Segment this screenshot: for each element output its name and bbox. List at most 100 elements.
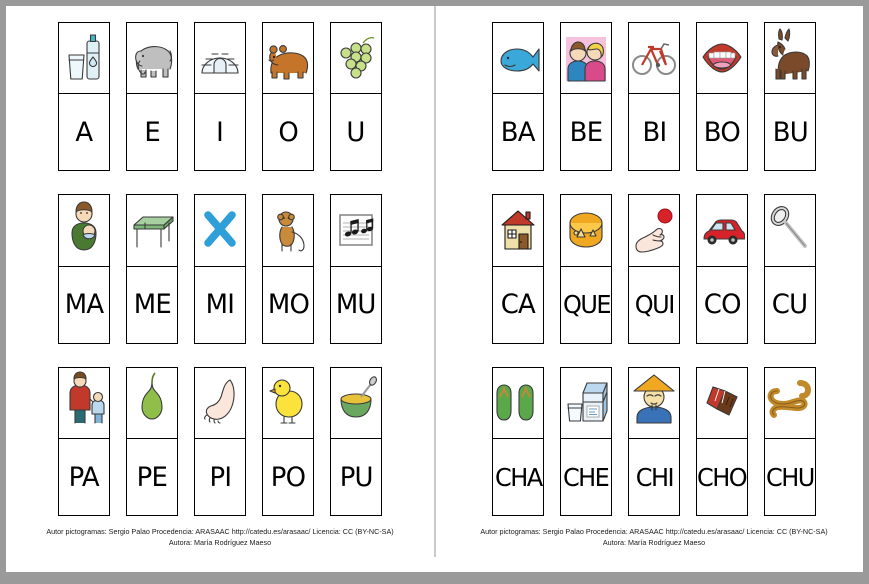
syllable-label: A: [75, 116, 93, 148]
syllable-card-cu[interactable]: CU: [764, 194, 816, 344]
pictogram-box: [492, 194, 544, 268]
letter-box: CHE: [560, 438, 612, 517]
pictogram-box: [194, 366, 246, 440]
syllable-card-pi[interactable]: PI: [194, 366, 246, 517]
letter-box: CU: [764, 265, 816, 344]
syllable-card-me[interactable]: ME: [126, 194, 178, 344]
syllable-card-po[interactable]: PO: [262, 366, 314, 517]
pictogram-box: [764, 194, 816, 268]
syllable-label: QUE: [562, 290, 611, 320]
letter-box: QUI: [628, 265, 680, 344]
kiss-icon: [563, 27, 609, 91]
whale-icon: [495, 27, 541, 91]
syllable-card-che[interactable]: CHE: [560, 366, 612, 517]
syllable-card-bu[interactable]: BU: [764, 22, 816, 172]
water-bottle-glass-icon: [61, 27, 107, 91]
letter-box: BU: [764, 93, 816, 172]
syllable-card-ba[interactable]: BA: [492, 22, 544, 172]
letter-box: CHI: [628, 438, 680, 517]
footer-line-1: Autor pictogramas: Sergio Palao Proceden…: [480, 527, 828, 537]
syllable-label: BO: [703, 116, 741, 148]
pictogram-box: [492, 366, 544, 440]
mouth-icon: [699, 27, 745, 91]
letter-box: I: [194, 93, 246, 172]
syllable-label: CHE: [563, 462, 610, 492]
letter-box: BA: [492, 93, 544, 172]
footer-line-2: Autora: María Rodríguez Maeso: [602, 537, 706, 547]
syllable-card-e[interactable]: E: [126, 22, 178, 172]
pictogram-box: [560, 22, 612, 95]
pictogram-box: [628, 194, 680, 268]
bicycle-icon: [631, 27, 677, 91]
monkey-icon: [265, 199, 311, 263]
syllable-card-cha[interactable]: CHA: [492, 366, 544, 517]
pictogram-box: [330, 366, 382, 440]
pictogram-box: [126, 366, 178, 440]
syllable-card-pu[interactable]: PU: [330, 366, 382, 517]
syllable-card-a[interactable]: A: [58, 22, 110, 172]
syllable-card-o[interactable]: O: [262, 22, 314, 172]
pictogram-box: [696, 22, 748, 95]
syllable-label: MU: [336, 289, 377, 321]
syllable-card-chu[interactable]: CHU: [764, 366, 816, 517]
syllable-card-i[interactable]: I: [194, 22, 246, 172]
pictogram-box: [492, 22, 544, 95]
pictogram-box: [560, 194, 612, 268]
syllable-label: MO: [267, 289, 309, 321]
syllable-label: PA: [68, 461, 100, 493]
syllable-card-ca[interactable]: CA: [492, 194, 544, 344]
syllable-card-bi[interactable]: BI: [628, 22, 680, 172]
syllable-card-mo[interactable]: MO: [262, 194, 314, 344]
pictogram-box: [560, 366, 612, 440]
letter-box: CO: [696, 265, 748, 344]
syllable-card-pe[interactable]: PE: [126, 366, 178, 517]
pictogram-box: [696, 366, 748, 440]
row-c-qu: CA QUE QUI CO CU: [440, 194, 868, 344]
syllable-card-u[interactable]: U: [330, 22, 382, 172]
pictogram-box: [764, 366, 816, 440]
syllable-card-cho[interactable]: CHO: [696, 366, 748, 517]
pictogram-box: [126, 22, 178, 95]
syllable-card-que[interactable]: QUE: [560, 194, 612, 344]
syllable-label: ME: [133, 289, 171, 321]
letter-box: CHU: [764, 438, 816, 517]
letter-box: CHA: [492, 438, 544, 517]
syllable-label: QUI: [634, 290, 675, 320]
syllable-label: MI: [205, 289, 235, 321]
syllable-card-mi[interactable]: MI: [194, 194, 246, 344]
syllable-card-pa[interactable]: PA: [58, 366, 110, 517]
letter-box: ME: [126, 265, 178, 344]
syllable-card-qui[interactable]: QUI: [628, 194, 680, 344]
bowl-puree-icon: [333, 371, 379, 435]
igloo-icon: [197, 27, 243, 91]
right-page: BA BE BI BO BU CA QUE QUI CO CU CHA CHE …: [440, 0, 868, 566]
pictogram-box: [126, 194, 178, 268]
pictogram-box: [628, 366, 680, 440]
letter-box: PA: [58, 438, 110, 517]
syllable-card-chi[interactable]: CHI: [628, 366, 680, 517]
syllable-card-mu[interactable]: MU: [330, 194, 382, 344]
syllable-label: I: [216, 116, 224, 148]
letter-box: PE: [126, 438, 178, 517]
letter-box: MA: [58, 265, 110, 344]
syllable-label: U: [346, 116, 366, 148]
letter-box: CA: [492, 265, 544, 344]
elephant-icon: [129, 27, 175, 91]
row-b: BA BE BI BO BU: [440, 22, 868, 172]
left-page: A E I O U MA ME MI MO MU PA PE PI PO PU …: [6, 0, 434, 566]
letter-box: E: [126, 93, 178, 172]
syllable-card-ma[interactable]: MA: [58, 194, 110, 344]
pictogram-box: [262, 366, 314, 440]
letter-box: QUE: [560, 265, 612, 344]
syllable-label: CA: [500, 289, 536, 321]
syllable-card-bo[interactable]: BO: [696, 22, 748, 172]
pictogram-box: [194, 22, 246, 95]
footer-line-1: Autor pictogramas: Sergio Palao Proceden…: [46, 527, 394, 537]
letter-box: BI: [628, 93, 680, 172]
syllable-card-be[interactable]: BE: [560, 22, 612, 172]
cheese-icon: [563, 199, 609, 263]
row-m: MA ME MI MO MU: [6, 194, 434, 344]
letter-box: PI: [194, 438, 246, 517]
syllable-label: CHO: [697, 462, 748, 492]
syllable-card-co[interactable]: CO: [696, 194, 748, 344]
